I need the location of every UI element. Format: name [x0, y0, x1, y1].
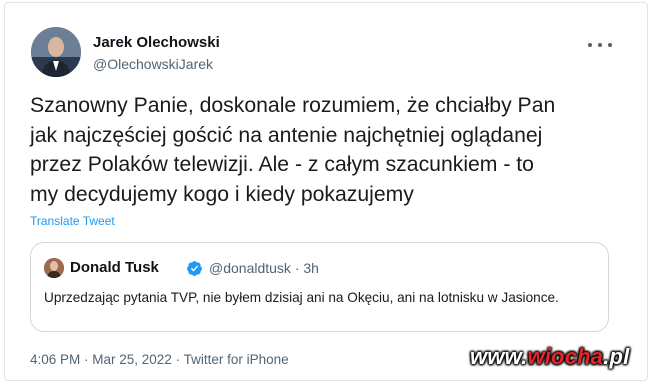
author-handle[interactable]: @OlechowskiJarek: [93, 56, 213, 72]
more-dot: [598, 43, 602, 47]
more-dot: [608, 43, 612, 47]
tweet-card: Jarek Olechowski @OlechowskiJarek Szanow…: [4, 2, 648, 381]
quoted-author-handle-time: @donaldtusk · 3h: [209, 260, 319, 276]
more-horizontal-icon[interactable]: [588, 39, 612, 51]
site-watermark: www.wiocha.pl: [470, 344, 629, 370]
verified-badge-icon: [187, 261, 202, 276]
quoted-author-name: Donald Tusk: [70, 259, 159, 276]
tweet-timestamp-source[interactable]: 4:06 PM · Mar 25, 2022 · Twitter for iPh…: [30, 352, 289, 367]
quoted-tweet-text: Uprzedzając pytania TVP, nie byłem dzisi…: [44, 290, 559, 305]
more-dot: [588, 43, 592, 47]
translate-tweet-link[interactable]: Translate Tweet: [30, 214, 115, 228]
watermark-prefix: www.: [470, 344, 528, 369]
watermark-suffix: .pl: [603, 344, 630, 369]
tweet-text: Szanowny Panie, doskonale rozumiem, że c…: [30, 94, 556, 206]
watermark-brand: wiocha: [527, 344, 604, 369]
quoted-tweet[interactable]: Donald Tusk @donaldtusk · 3h Uprzedzając…: [30, 242, 609, 332]
author-avatar[interactable]: [31, 27, 81, 77]
quoted-author-avatar: [44, 258, 64, 278]
author-name[interactable]: Jarek Olechowski: [93, 34, 220, 51]
